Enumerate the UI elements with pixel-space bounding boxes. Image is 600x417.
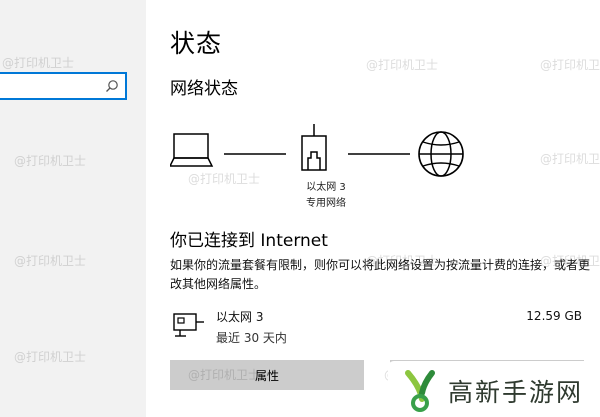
- settings-window: 状态 网络状态 以太网 3 专用网络 你已连接到 Internet 如果你的流量…: [0, 0, 600, 417]
- search-icon[interactable]: [105, 79, 119, 93]
- network-status-title: 网络状态: [170, 79, 238, 99]
- connection-status-description: 如果你的流量套餐有限制，则你可以将此网络设置为按流量计费的连接，或者更改其他网络…: [170, 258, 591, 291]
- ethernet-adapter-icon: [173, 313, 204, 337]
- router-icon: [301, 124, 327, 171]
- search-box[interactable]: [0, 72, 127, 100]
- nav-pane: [0, 0, 146, 417]
- profile-label: 专用网络: [306, 198, 346, 209]
- search-input[interactable]: [0, 74, 112, 98]
- globe-icon: [418, 131, 464, 177]
- adapter-label: 以太网 3: [306, 182, 346, 193]
- laptop-icon: [170, 133, 214, 167]
- connection-status-heading: 你已连接到 Internet: [170, 231, 328, 251]
- adapter-data-usage: 12.59 GB: [526, 309, 582, 323]
- main-content: 状态 网络状态 以太网 3 专用网络 你已连接到 Internet 如果你的流量…: [146, 0, 600, 417]
- adapter-usage-period: 最近 30 天内: [216, 331, 287, 345]
- brand-logo-icon: [405, 370, 435, 412]
- adapter-name: 以太网 3: [216, 310, 264, 324]
- brand-text: 高新手游网: [448, 378, 584, 407]
- brand-badge: 高新手游网: [388, 361, 600, 417]
- page-title: 状态: [170, 29, 223, 58]
- router-label: 以太网 3 专用网络: [291, 180, 361, 212]
- properties-button[interactable]: 属性: [170, 360, 364, 390]
